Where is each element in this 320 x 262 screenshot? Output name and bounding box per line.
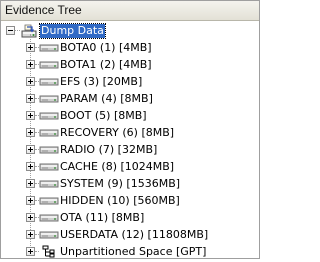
partition-icon xyxy=(39,75,59,91)
tree-node-label[interactable]: OTA (11) [8MB] xyxy=(60,211,144,225)
tree-node-cache[interactable]: CACHE (8) [1024MB] xyxy=(1,158,259,176)
tree-node-label[interactable]: CACHE (8) [1024MB] xyxy=(60,160,174,174)
unpartitioned-space-icon xyxy=(39,245,57,262)
tree-node-label[interactable]: USERDATA (12) [11808MB] xyxy=(60,228,208,242)
expand-toggle-icon[interactable] xyxy=(26,94,35,103)
expand-toggle-icon[interactable] xyxy=(26,179,35,188)
tree-node-bota0[interactable]: BOTA0 (1) [4MB] xyxy=(1,39,259,57)
tree-node-label[interactable]: Unpartitioned Space [GPT] xyxy=(60,245,206,259)
expand-toggle-icon[interactable] xyxy=(26,230,35,239)
tree-node-label[interactable]: BOOT (5) [8MB] xyxy=(60,109,147,123)
partition-icon xyxy=(39,92,59,108)
expand-toggle-icon[interactable] xyxy=(26,43,35,52)
partition-icon xyxy=(39,211,59,227)
tree-node-userdata[interactable]: USERDATA (12) [11808MB] xyxy=(1,226,259,244)
expand-toggle-icon[interactable] xyxy=(26,213,35,222)
expand-toggle-icon[interactable] xyxy=(26,196,35,205)
partition-icon xyxy=(39,143,59,159)
panel-header: Evidence Tree xyxy=(1,1,259,21)
expand-toggle-icon[interactable] xyxy=(26,247,35,256)
partition-icon xyxy=(39,177,59,193)
tree-node-bota1[interactable]: BOTA1 (2) [4MB] xyxy=(1,56,259,74)
tree-node-ota[interactable]: OTA (11) [8MB] xyxy=(1,209,259,227)
tree-node-label[interactable]: HIDDEN (10) [560MB] xyxy=(60,194,180,208)
expand-toggle-icon[interactable] xyxy=(26,128,35,137)
tree-node-unpartitioned[interactable]: Unpartitioned Space [GPT] xyxy=(1,243,259,261)
expand-toggle-icon[interactable] xyxy=(26,77,35,86)
expand-toggle-icon[interactable] xyxy=(26,111,35,120)
tree-node-param[interactable]: PARAM (4) [8MB] xyxy=(1,90,259,108)
panel-title: Evidence Tree xyxy=(5,3,82,17)
partition-icon xyxy=(39,109,59,125)
tree-root-row[interactable]: Dump Data xyxy=(1,22,201,40)
tree-node-hidden[interactable]: HIDDEN (10) [560MB] xyxy=(1,192,259,210)
tree-node-boot[interactable]: BOOT (5) [8MB] xyxy=(1,107,259,125)
tree-node-label[interactable]: RECOVERY (6) [8MB] xyxy=(60,126,174,140)
collapse-toggle-icon[interactable] xyxy=(6,26,15,35)
tree-node-label[interactable]: RADIO (7) [32MB] xyxy=(60,143,157,157)
tree-node-label[interactable]: SYSTEM (9) [1536MB] xyxy=(60,177,180,191)
expand-toggle-icon[interactable] xyxy=(26,145,35,154)
partition-icon xyxy=(39,228,59,244)
partition-icon xyxy=(39,41,59,57)
tree-node-recovery[interactable]: RECOVERY (6) [8MB] xyxy=(1,124,259,142)
tree-node-label[interactable]: EFS (3) [20MB] xyxy=(60,75,142,89)
evidence-tree-panel: Evidence Tree Dump Data BOTA0 (1) [4MB] … xyxy=(0,0,260,259)
expand-toggle-icon[interactable] xyxy=(26,162,35,171)
partition-icon xyxy=(39,58,59,74)
expand-toggle-icon[interactable] xyxy=(26,60,35,69)
partition-icon xyxy=(39,126,59,142)
partition-icon xyxy=(39,160,59,176)
tree-node-label[interactable]: BOTA0 (1) [4MB] xyxy=(60,41,152,55)
tree-node-radio[interactable]: RADIO (7) [32MB] xyxy=(1,141,259,159)
tree-node-label[interactable]: PARAM (4) [8MB] xyxy=(60,92,153,106)
partition-icon xyxy=(39,194,59,210)
tree-node-label[interactable]: BOTA1 (2) [4MB] xyxy=(60,58,152,72)
tree-node-efs[interactable]: EFS (3) [20MB] xyxy=(1,73,259,91)
tree-node-system[interactable]: SYSTEM (9) [1536MB] xyxy=(1,175,259,193)
tree-root-label[interactable]: Dump Data xyxy=(39,23,106,39)
evidence-tree: Dump Data BOTA0 (1) [4MB] BOTA1 (2) [4MB… xyxy=(1,21,259,258)
